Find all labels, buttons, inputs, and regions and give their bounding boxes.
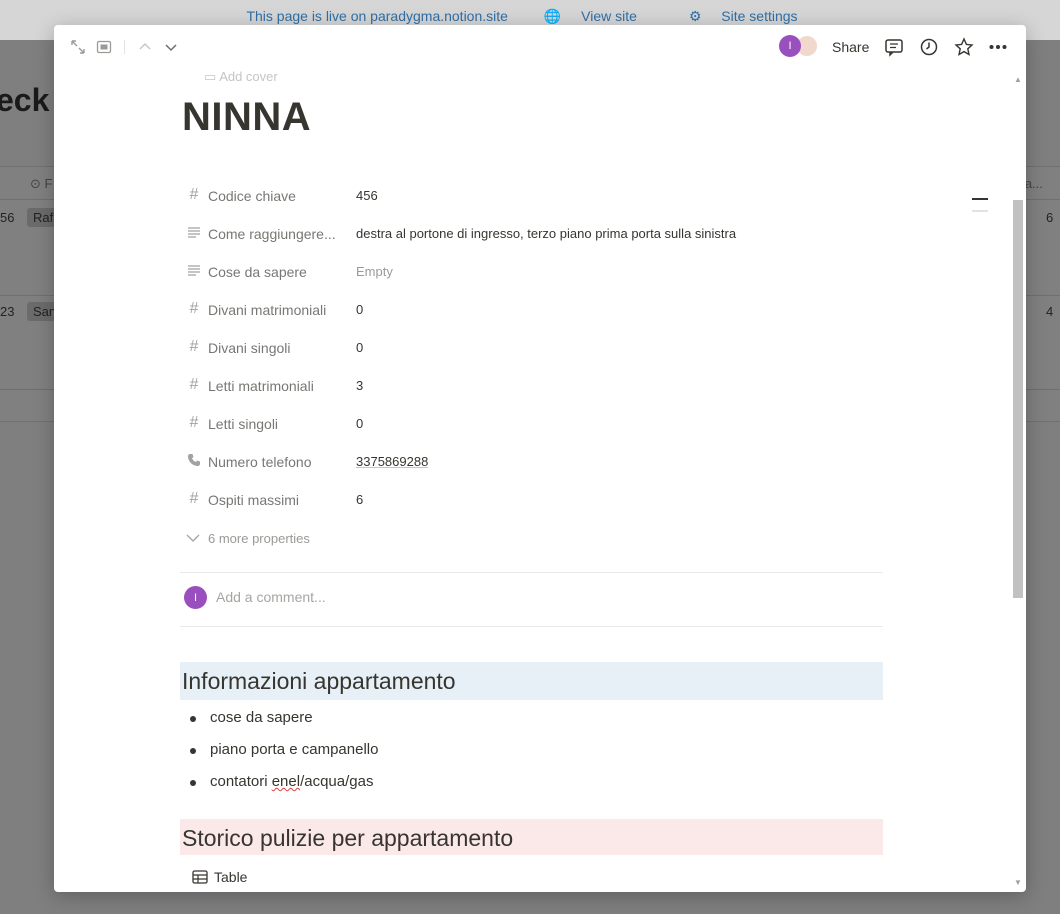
heading-informazioni-appartamento[interactable]: Informazioni appartamento	[180, 662, 883, 700]
bullet-dot	[190, 780, 196, 786]
phone-number-link[interactable]: 3375869288	[356, 454, 428, 469]
property-value[interactable]: 0	[356, 302, 363, 317]
chevron-down-icon[interactable]	[163, 39, 179, 55]
site-settings-link[interactable]: ⚙ Site settings	[689, 8, 814, 24]
more-properties-toggle[interactable]: 6 more properties	[186, 531, 310, 546]
number-icon: #	[189, 490, 199, 507]
add-cover-button[interactable]: ▭ Add cover	[204, 69, 278, 85]
property-value[interactable]: 6	[356, 492, 363, 507]
history-clock-icon[interactable]	[919, 37, 939, 57]
modal-topbar: I Share	[54, 25, 1026, 69]
background-page-title: eck	[0, 82, 50, 118]
property-letti-matrimoniali[interactable]: # Letti matrimoniali 3	[180, 369, 885, 403]
scroll-down-arrow[interactable]: ▼	[1014, 878, 1022, 887]
avatar[interactable]: I	[779, 35, 801, 57]
divider	[180, 572, 883, 573]
live-site-text[interactable]: This page is live on paradygma.notion.si…	[246, 8, 507, 24]
property-value[interactable]: destra al portone di ingresso, terzo pia…	[356, 226, 736, 241]
comment-icon[interactable]	[884, 37, 904, 57]
share-button[interactable]: Share	[832, 39, 869, 55]
page-title[interactable]: NINNA	[182, 95, 311, 140]
number-icon: #	[189, 186, 199, 203]
view-site-link[interactable]: 🌐 View site	[544, 8, 653, 24]
property-value-empty[interactable]: Empty	[356, 264, 393, 279]
live-site-banner: This page is live on paradygma.notion.si…	[0, 8, 1060, 25]
expand-icon[interactable]	[70, 39, 86, 55]
property-value[interactable]: 0	[356, 340, 363, 355]
bullet-dot	[190, 716, 196, 722]
page-content: ▭ Add cover NINNA # Codice chiave 456 Co…	[180, 69, 885, 892]
property-name: Ospiti massimi	[208, 492, 300, 508]
property-name: Letti matrimoniali	[208, 378, 314, 394]
page-peek-modal: I Share ▭ Add cover NINNA # Codice chiav…	[54, 25, 1026, 892]
divider	[180, 626, 883, 627]
peek-mode-icon[interactable]	[96, 39, 112, 55]
scrollbar-thumb[interactable]	[1013, 200, 1023, 598]
number-icon: #	[189, 300, 199, 317]
comment-input[interactable]: Add a comment...	[216, 589, 326, 605]
property-name: Divani matrimoniali	[208, 302, 327, 318]
phone-icon	[186, 453, 202, 469]
number-icon: #	[189, 338, 199, 355]
property-cose-da-sapere[interactable]: Cose da sapere Empty	[180, 255, 885, 289]
property-name: Cose da sapere	[208, 264, 307, 280]
property-name: Letti singoli	[208, 416, 279, 432]
property-ospiti-massimi[interactable]: # Ospiti massimi 6	[180, 483, 885, 517]
background-column-icon: ⊙ F	[30, 176, 53, 191]
favorite-star-icon[interactable]	[954, 37, 974, 57]
property-name: Divani singoli	[208, 340, 291, 356]
table-icon	[192, 870, 208, 884]
property-codice-chiave[interactable]: # Codice chiave 456	[180, 179, 885, 213]
property-name: Numero telefono	[208, 454, 312, 470]
property-letti-singoli[interactable]: # Letti singoli 0	[180, 407, 885, 441]
number-icon: #	[189, 414, 199, 431]
table-view-tab[interactable]: Table	[192, 869, 247, 885]
chevron-up-icon[interactable]	[137, 39, 153, 55]
property-name: Codice chiave	[208, 188, 296, 204]
property-name: Come raggiungere...	[208, 226, 336, 242]
avatar: I	[184, 586, 207, 609]
more-options-icon[interactable]	[988, 37, 1008, 57]
property-value[interactable]: 3	[356, 378, 363, 393]
number-icon: #	[189, 376, 199, 393]
heading-storico-pulizie[interactable]: Storico pulizie per appartamento	[180, 819, 883, 855]
text-lines-icon	[186, 263, 202, 279]
property-value[interactable]: 456	[356, 188, 378, 203]
text-lines-icon	[186, 225, 202, 241]
toolbar-divider	[124, 40, 125, 54]
chevron-down-icon	[186, 531, 200, 546]
scrollbar[interactable]: ▲ ▼	[1010, 73, 1024, 888]
property-come-raggiungere[interactable]: Come raggiungere... destra al portone di…	[180, 217, 885, 251]
bullet-dot	[190, 748, 196, 754]
property-numero-telefono[interactable]: Numero telefono 3375869288	[180, 445, 885, 479]
property-divani-singoli[interactable]: # Divani singoli 0	[180, 331, 885, 365]
table-of-contents-indicator[interactable]	[972, 198, 988, 222]
property-value[interactable]: 0	[356, 416, 363, 431]
property-divani-matrimoniali[interactable]: # Divani matrimoniali 0	[180, 293, 885, 327]
scroll-up-arrow[interactable]: ▲	[1014, 75, 1022, 84]
list-item-text-with-spellcheck: contatori enel/acqua/gas	[210, 773, 374, 790]
